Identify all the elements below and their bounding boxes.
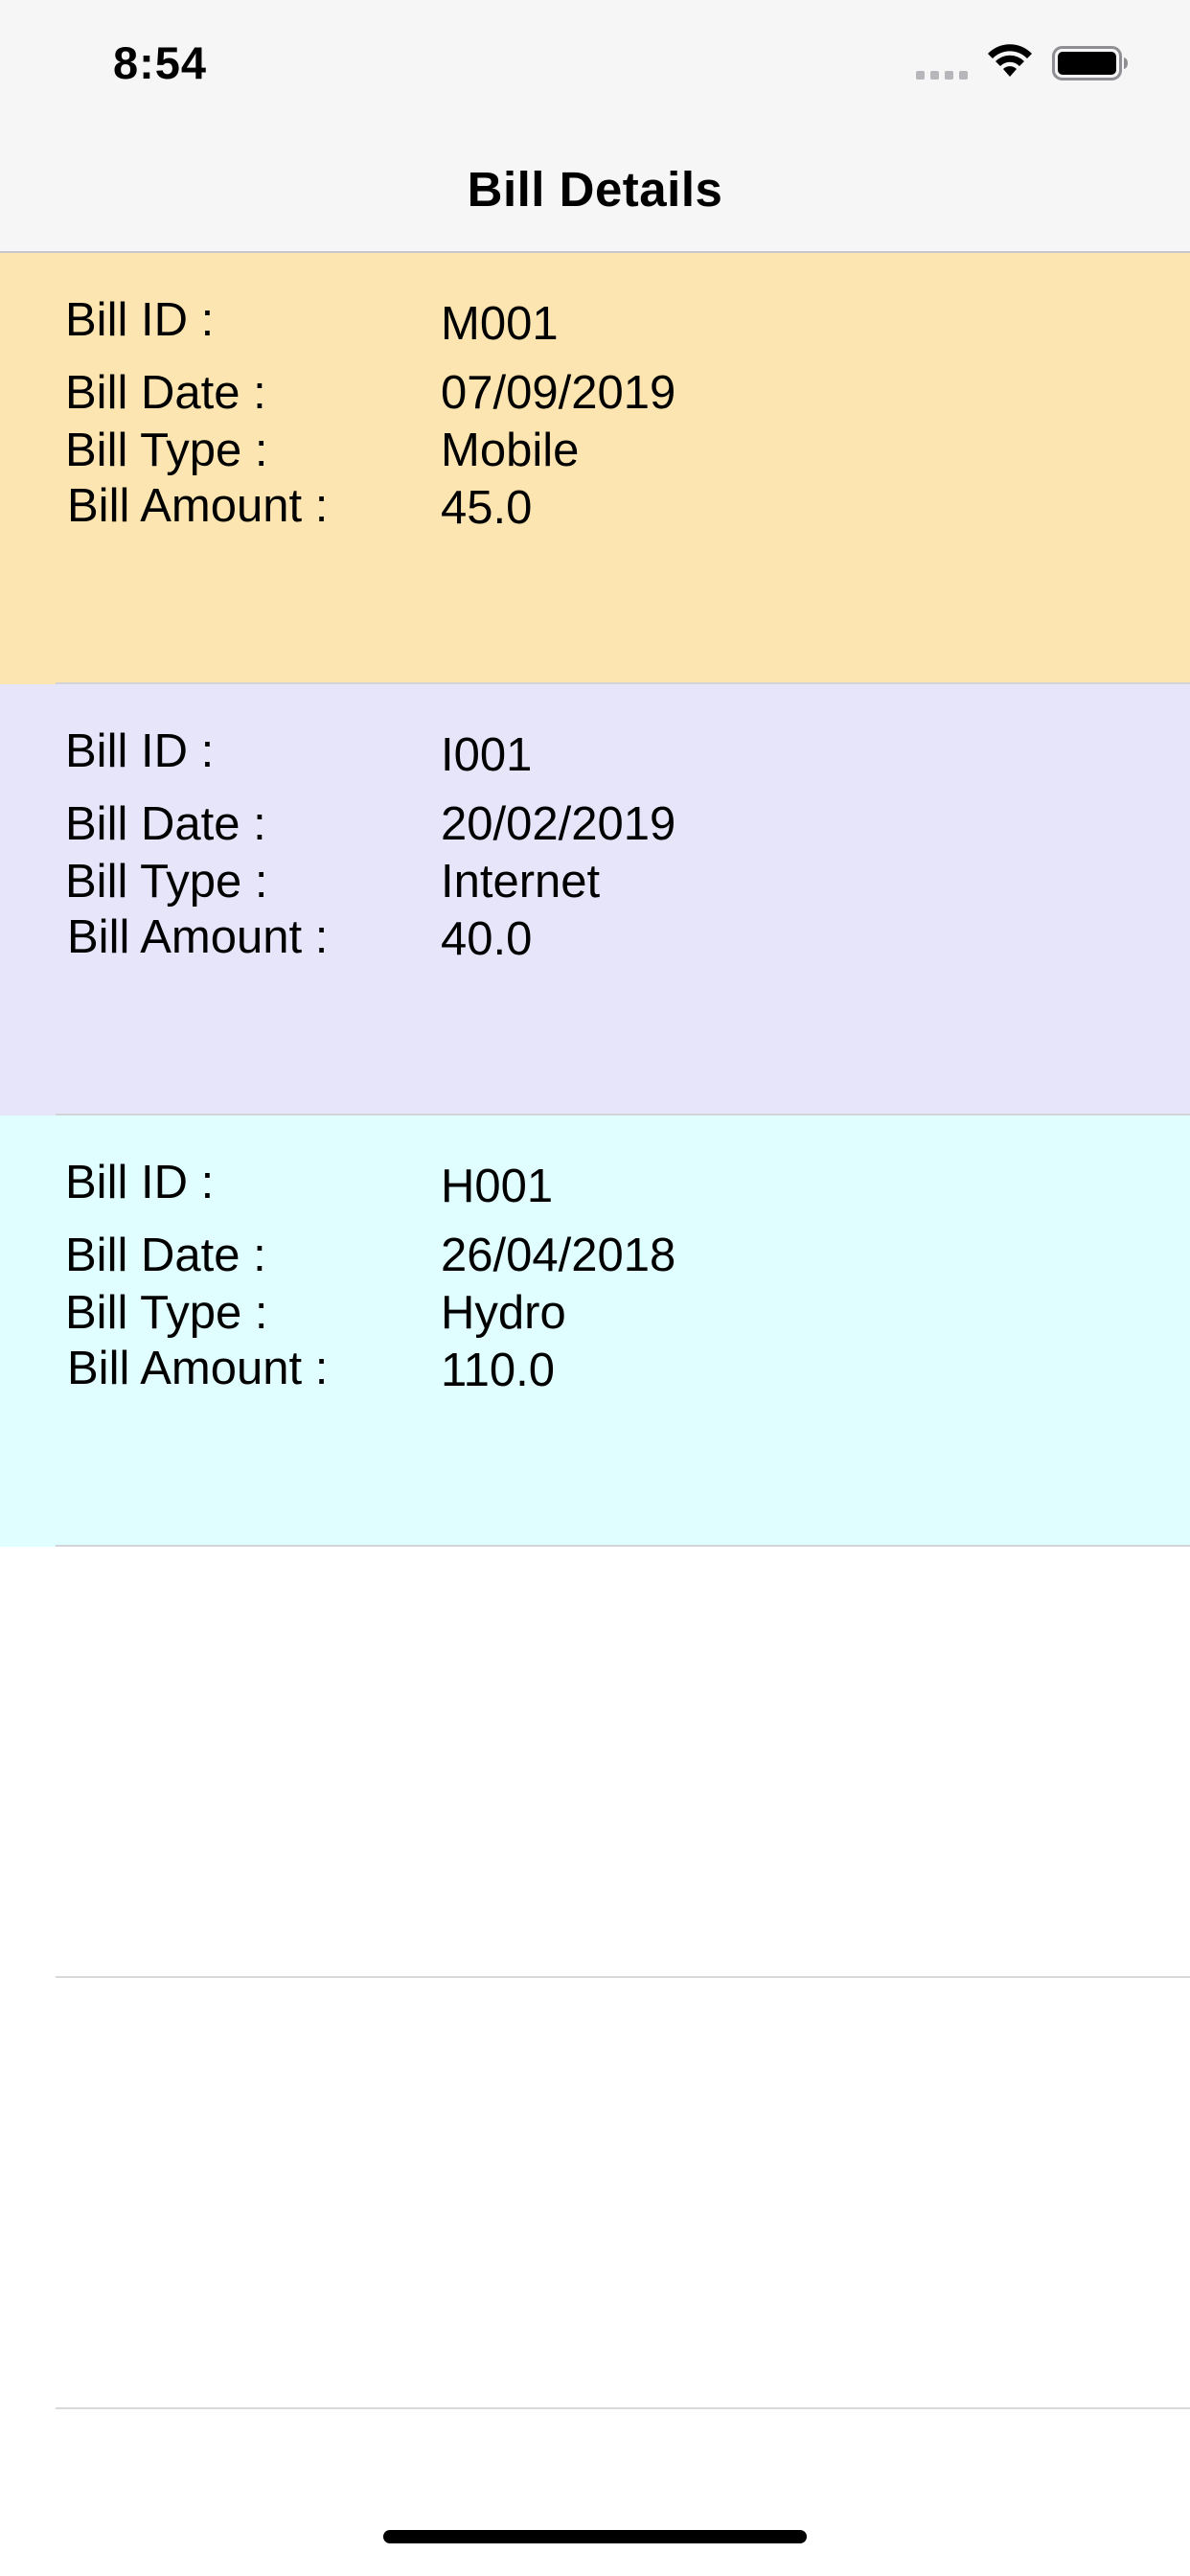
empty-row xyxy=(0,1978,1190,2409)
page-title: Bill Details xyxy=(467,162,723,217)
bill-amount-value: 40.0 xyxy=(441,913,533,965)
bill-type-label: Bill Type : xyxy=(65,856,268,908)
bill-id-value: M001 xyxy=(441,298,559,350)
bill-type-value: Mobile xyxy=(441,425,580,476)
bill-date-value: 20/02/2019 xyxy=(441,798,676,850)
bill-amount-label: Bill Amount : xyxy=(67,480,329,532)
bill-date-value: 07/09/2019 xyxy=(441,367,676,419)
cellular-signal-icon xyxy=(916,71,968,80)
navigation-bar: 8:54 Bill Details xyxy=(0,0,1190,253)
bill-row[interactable]: Bill ID : I001 Bill Date : 20/02/2019 Bi… xyxy=(0,684,1190,1116)
bill-date-value: 26/04/2018 xyxy=(441,1230,676,1281)
bill-id-value: H001 xyxy=(441,1161,554,1212)
bill-row[interactable]: Bill ID : H001 Bill Date : 26/04/2018 Bi… xyxy=(0,1116,1190,1547)
bill-type-label: Bill Type : xyxy=(65,425,268,476)
bill-id-label: Bill ID : xyxy=(65,294,215,346)
bill-amount-label: Bill Amount : xyxy=(67,911,329,963)
bill-id-label: Bill ID : xyxy=(65,1157,215,1208)
bill-list: Bill ID : M001 Bill Date : 07/09/2019 Bi… xyxy=(0,253,1190,2409)
bill-amount-label: Bill Amount : xyxy=(67,1343,329,1394)
row-separator xyxy=(56,2407,1190,2409)
bill-id-label: Bill ID : xyxy=(65,725,215,777)
empty-row xyxy=(0,1547,1190,1978)
bill-row[interactable]: Bill ID : M001 Bill Date : 07/09/2019 Bi… xyxy=(0,253,1190,684)
bill-date-label: Bill Date : xyxy=(65,1230,266,1281)
bill-type-value: Internet xyxy=(441,856,601,908)
wifi-icon xyxy=(988,44,1032,77)
bill-type-label: Bill Type : xyxy=(65,1287,268,1339)
bill-amount-value: 45.0 xyxy=(441,482,533,534)
status-time: 8:54 xyxy=(113,37,208,88)
bill-type-value: Hydro xyxy=(441,1287,566,1339)
bill-date-label: Bill Date : xyxy=(65,798,266,850)
bill-date-label: Bill Date : xyxy=(65,367,266,419)
home-indicator[interactable] xyxy=(383,2530,807,2543)
bill-amount-value: 110.0 xyxy=(441,1345,555,1396)
bill-id-value: I001 xyxy=(441,729,533,781)
battery-icon xyxy=(1052,46,1128,80)
